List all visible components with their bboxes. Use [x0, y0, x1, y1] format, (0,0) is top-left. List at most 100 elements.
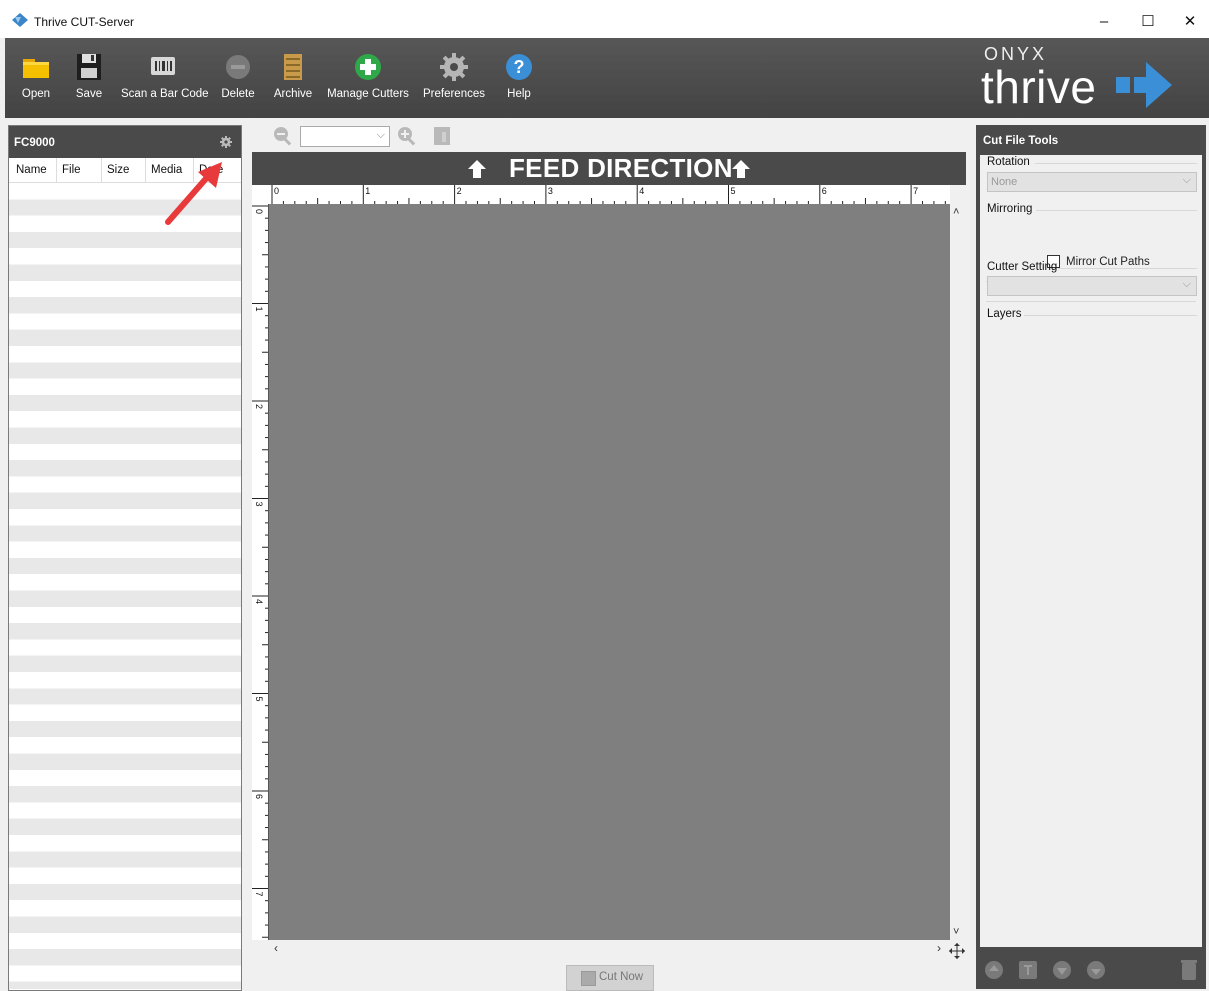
- help-label: Help: [507, 88, 531, 100]
- rotation-select[interactable]: None ⌵: [987, 172, 1197, 192]
- minimize-button[interactable]: –: [1084, 10, 1124, 34]
- cutter-settings-gear-icon[interactable]: [220, 136, 232, 148]
- rotation-value: None: [991, 176, 1018, 188]
- save-button[interactable]: Save: [67, 48, 111, 110]
- ruler-tick-label: 0: [254, 209, 264, 214]
- column-divider: [56, 158, 57, 182]
- scroll-right-icon[interactable]: ›: [937, 941, 941, 955]
- ruler-tick-label: 4: [254, 599, 264, 604]
- maximize-button[interactable]: ☐: [1128, 10, 1168, 34]
- manage-cutters-label: Manage Cutters: [327, 88, 409, 100]
- text-tool-icon[interactable]: [1018, 960, 1038, 980]
- fit-page-icon[interactable]: [433, 126, 451, 146]
- help-icon: ?: [506, 54, 532, 80]
- cut-now-icon: [581, 971, 596, 986]
- group-divider: [1036, 210, 1197, 211]
- zoom-level-select[interactable]: ⌵: [300, 126, 390, 147]
- preferences-button[interactable]: Preferences: [419, 48, 489, 110]
- scroll-left-icon[interactable]: ‹: [274, 941, 278, 955]
- mirror-cut-paths-label[interactable]: Mirror Cut Paths: [1066, 256, 1150, 268]
- column-file[interactable]: File: [62, 164, 81, 176]
- annotation-arrow-icon: [165, 162, 222, 225]
- cutter-queue-panel: FC9000 Name File Size Media Date: [8, 125, 242, 991]
- zoom-in-icon[interactable]: [396, 125, 418, 147]
- zoom-out-icon[interactable]: [272, 125, 294, 147]
- horizontal-ruler: 0 1 2 3 4 5 6 7: [252, 185, 950, 205]
- chevron-down-icon: ⌵: [376, 129, 385, 141]
- arrow-up-icon: [732, 160, 750, 178]
- ruler-tick-label: 2: [457, 186, 462, 196]
- brand-arrow-icon: [1116, 62, 1172, 108]
- archive-label: Archive: [273, 88, 313, 100]
- rotation-label: Rotation: [987, 156, 1030, 168]
- feed-direction-label: FEED DIRECTION: [509, 153, 733, 183]
- feed-direction-banner: FEED DIRECTION: [252, 152, 966, 185]
- ruler-tick-label: 1: [254, 307, 264, 312]
- ruler-tick-label: 5: [254, 697, 264, 702]
- scan-bar-code-button[interactable]: Scan a Bar Code: [121, 48, 209, 110]
- ruler-tick-label: 5: [731, 186, 736, 196]
- scroll-down-icon[interactable]: ˅: [953, 926, 959, 938]
- cutter-setting-label: Cutter Setting: [987, 261, 1058, 273]
- ruler-tick-label: 6: [822, 186, 827, 196]
- scan-bar-code-label: Scan a Bar Code: [121, 88, 209, 100]
- cutter-setting-select[interactable]: ⌵: [987, 276, 1197, 296]
- add-circle-icon: [355, 54, 381, 80]
- close-button[interactable]: ✕: [1170, 10, 1209, 34]
- column-divider: [101, 158, 102, 182]
- app-logo-icon: [12, 13, 28, 27]
- scroll-up-icon[interactable]: ˄: [953, 206, 959, 218]
- barcode-scanner-icon: [151, 57, 175, 75]
- open-label: Open: [21, 88, 51, 100]
- column-name[interactable]: Name: [16, 164, 47, 176]
- delete-icon: [226, 55, 250, 79]
- archive-button[interactable]: Archive: [269, 48, 317, 110]
- ruler-tick-label: 0: [274, 186, 279, 196]
- cutter-name: FC9000: [14, 137, 55, 149]
- cut-file-tools-body: Rotation None ⌵ Mirroring Mirror Cut Pat…: [980, 155, 1202, 947]
- delete-button[interactable]: Delete: [215, 48, 261, 110]
- layers-label: Layers: [987, 308, 1022, 320]
- archive-icon: [284, 54, 302, 80]
- ruler-tick-label: 6: [254, 794, 264, 799]
- trash-icon[interactable]: [1180, 959, 1198, 981]
- cut-file-tools-title: Cut File Tools: [983, 135, 1059, 147]
- arrow-down-icon[interactable]: [1052, 960, 1072, 980]
- column-divider: [145, 158, 146, 182]
- cut-file-tools-panel: Cut File Tools Rotation None ⌵ Mirroring…: [976, 125, 1206, 989]
- vertical-ruler: 0 1 2 3 4 5 6 7: [252, 204, 269, 940]
- manage-cutters-button[interactable]: Manage Cutters: [325, 48, 411, 110]
- delete-label: Delete: [221, 88, 255, 100]
- group-divider: [1035, 163, 1197, 164]
- pan-move-icon[interactable]: [949, 943, 965, 959]
- open-button[interactable]: Open: [13, 48, 59, 110]
- preferences-label: Preferences: [422, 88, 485, 100]
- help-button[interactable]: ? Help: [499, 48, 539, 110]
- chevron-down-icon: ⌵: [1182, 278, 1191, 290]
- mirroring-label: Mirroring: [987, 203, 1033, 215]
- chevron-down-icon: ⌵: [1182, 174, 1191, 186]
- floppy-disk-icon: [77, 54, 101, 80]
- cut-now-button[interactable]: Cut Now: [566, 965, 654, 991]
- group-divider: [986, 301, 1196, 302]
- cut-now-label: Cut Now: [599, 971, 644, 983]
- svg-text:?: ?: [514, 57, 525, 77]
- ruler-tick-label: 1: [365, 186, 370, 196]
- cut-preview-canvas[interactable]: [269, 204, 950, 940]
- arrow-up-icon: [468, 160, 486, 178]
- cutter-panel-header: FC9000: [9, 126, 241, 158]
- job-list[interactable]: [9, 183, 241, 989]
- window-title: Thrive CUT-Server: [34, 15, 135, 29]
- move-down-icon[interactable]: [1086, 960, 1106, 980]
- group-divider: [1058, 268, 1197, 269]
- ruler-tick-label: 3: [548, 186, 553, 196]
- column-size[interactable]: Size: [107, 164, 129, 176]
- vertical-scrollbar[interactable]: ˄ ˅: [950, 204, 966, 940]
- title-bar: Thrive CUT-Server – ☐ ✕: [0, 0, 1209, 38]
- folder-icon: [23, 59, 49, 78]
- horizontal-scrollbar[interactable]: ‹ ›: [269, 940, 950, 958]
- ruler-tick-label: 7: [254, 892, 264, 897]
- move-up-icon[interactable]: [984, 960, 1004, 980]
- ruler-tick-label: 2: [254, 404, 264, 409]
- ruler-tick-label: 4: [639, 186, 644, 196]
